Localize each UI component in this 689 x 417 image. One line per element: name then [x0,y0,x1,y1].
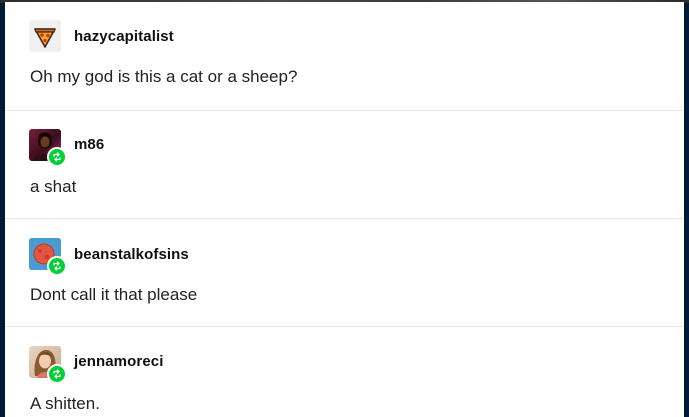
reblog-icon [47,364,67,384]
username[interactable]: m86 [74,136,104,153]
username[interactable]: jennamoreci [74,353,163,370]
post-body: A shitten. [30,394,100,413]
thread-post: hazycapitalist Oh my god is this a cat o… [5,2,684,111]
avatar[interactable] [29,238,67,276]
post-body: Oh my god is this a cat or a sheep? [30,67,298,86]
avatar[interactable] [29,20,61,52]
post-body: Dont call it that please [30,285,198,304]
avatar[interactable] [29,346,67,384]
pizza-slice-icon [29,20,61,52]
reblog-thread-card: hazycapitalist Oh my god is this a cat o… [5,2,684,417]
reblog-icon [47,256,67,276]
username[interactable]: hazycapitalist [74,28,174,45]
thread-post: jennamoreci A shitten. [5,326,684,417]
thread-post: m86 a shat [5,110,684,219]
post-body: a shat [30,177,77,196]
avatar[interactable] [29,129,67,167]
username[interactable]: beanstalkofsins [74,246,189,263]
thread-post: beanstalkofsins Dont call it that please [5,218,684,327]
reblog-icon [47,147,67,167]
